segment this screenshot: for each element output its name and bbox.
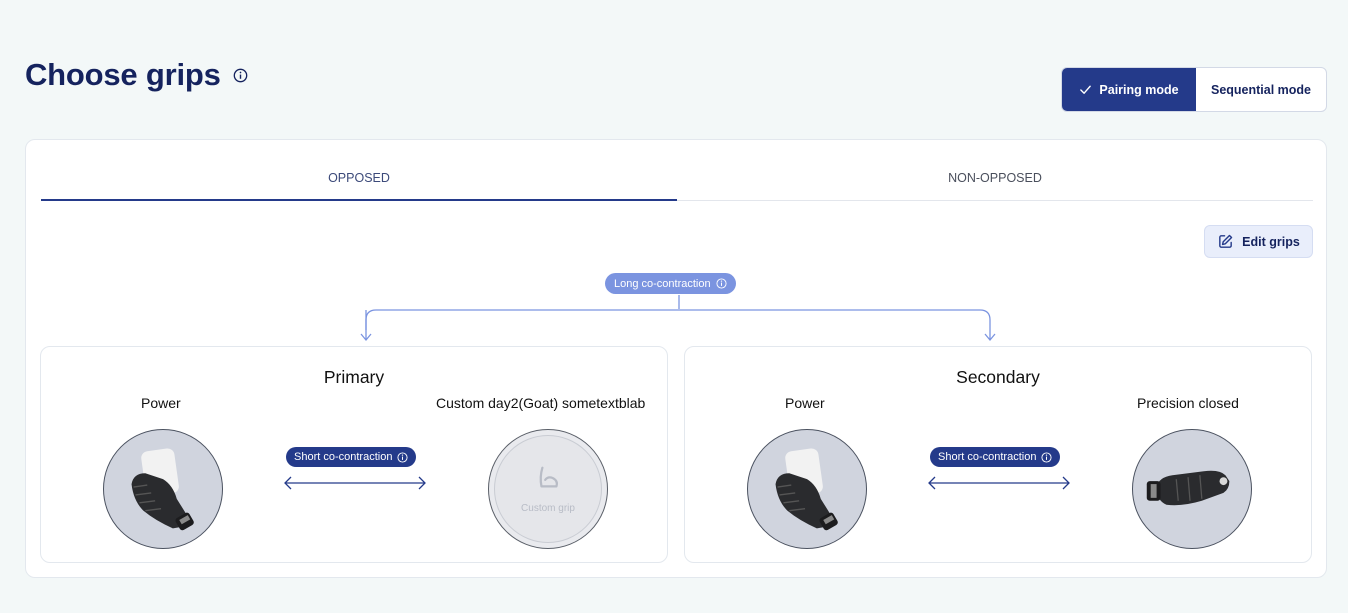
long-cocontraction-label: Long co-contraction — [614, 277, 711, 290]
mode-toggle: Pairing mode Sequential mode — [1061, 67, 1327, 112]
sequential-mode-button[interactable]: Sequential mode — [1196, 68, 1326, 111]
short-cocontraction-label: Short co-contraction — [294, 451, 393, 463]
primary-right-grip-label: Custom day2(Goat) sometextblab — [436, 395, 646, 411]
edit-grips-label: Edit grips — [1242, 234, 1300, 249]
info-icon[interactable] — [233, 68, 248, 83]
primary-title: Primary — [323, 367, 385, 387]
page-title: Choose grips — [25, 57, 221, 92]
primary-short-cocontraction-badge[interactable]: Short co-contraction — [286, 447, 417, 467]
tab-opposed[interactable]: OPPOSED — [41, 162, 677, 201]
precision-closed-grip-image[interactable] — [1132, 429, 1252, 549]
custom-grip-text: Custom grip — [521, 503, 575, 514]
edit-grips-button[interactable]: Edit grips — [1204, 225, 1313, 258]
check-icon — [1079, 83, 1092, 96]
info-icon — [716, 278, 727, 289]
info-icon — [397, 451, 408, 463]
long-cocontraction-badge[interactable]: Long co-contraction — [605, 273, 736, 294]
grips-card: OPPOSED NON-OPPOSED Edit grips Long co-c… — [25, 139, 1327, 578]
secondary-group: Secondary Power Precision closed Short c… — [684, 346, 1312, 563]
secondary-left-grip-label: Power — [785, 395, 825, 411]
secondary-title: Secondary — [956, 367, 1040, 387]
power-grip-image[interactable] — [103, 429, 223, 549]
power-grip-image[interactable] — [747, 429, 867, 549]
page-header: Choose grips — [25, 57, 248, 93]
pairing-mode-button[interactable]: Pairing mode — [1062, 68, 1196, 111]
secondary-right-grip-label: Precision closed — [1137, 395, 1239, 411]
primary-left-grip-label: Power — [141, 395, 181, 411]
secondary-short-cocontraction-badge[interactable]: Short co-contraction — [930, 447, 1061, 467]
sequential-mode-label: Sequential mode — [1210, 82, 1312, 97]
custom-grip-image[interactable]: Custom grip — [488, 429, 608, 549]
double-arrow-icon — [284, 476, 426, 490]
edit-icon — [1217, 233, 1234, 250]
custom-grip-placeholder: Custom grip — [494, 435, 602, 543]
tab-non-opposed[interactable]: NON-OPPOSED — [677, 162, 1313, 200]
primary-group: Primary Power Custom day2(Goat) sometext… — [40, 346, 668, 563]
double-arrow-icon — [928, 476, 1070, 490]
custom-grip-icon — [534, 464, 562, 497]
pairing-mode-label: Pairing mode — [1099, 82, 1179, 97]
short-cocontraction-label: Short co-contraction — [938, 451, 1037, 463]
tab-bar: OPPOSED NON-OPPOSED — [41, 162, 1313, 201]
info-icon — [1041, 451, 1052, 463]
